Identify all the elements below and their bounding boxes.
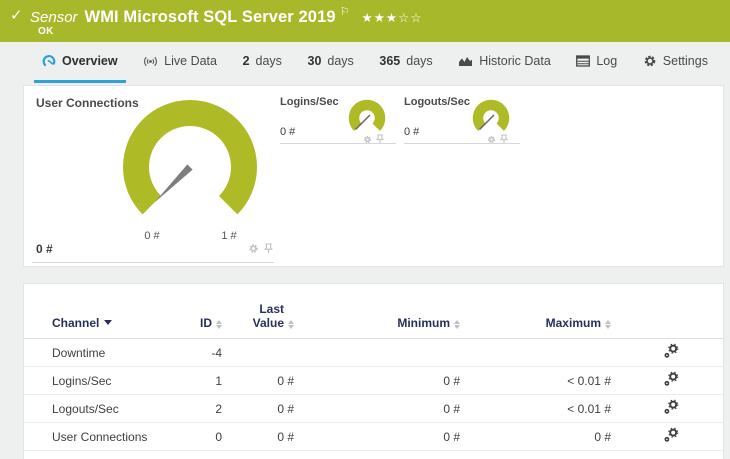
mini-gauge-title: Logins/Sec	[280, 96, 339, 108]
column-header-minimum[interactable]: Minimum	[294, 316, 460, 330]
tab-label: Live Data	[164, 54, 217, 68]
channel-table-panel: Channel ID Last Value Minimum Maximum Do…	[23, 283, 724, 459]
tab-bar: Overview Live Data 2 days 30 days 365 da…	[0, 42, 730, 85]
flag-icon[interactable]: ⚐	[340, 5, 350, 18]
gear-icon	[644, 55, 656, 67]
gauge-scale-min: 0 #	[144, 230, 160, 242]
channel-settings-icon[interactable]	[663, 399, 679, 415]
channel-row[interactable]: Logouts/Sec 2 0 # 0 # < 0.01 #	[24, 395, 723, 423]
tab-historic-data[interactable]: Historic Data	[450, 42, 559, 83]
channel-settings-icon[interactable]	[663, 371, 679, 387]
priority-stars[interactable]: ★★★☆☆	[362, 10, 423, 25]
channel-last-value: 0 #	[277, 429, 294, 444]
tab-label: Log	[596, 54, 618, 68]
sensor-title: WMI Microsoft SQL Server 2019	[84, 8, 336, 26]
channel-last-value: 0 #	[277, 373, 294, 388]
channel-name: User Connections	[52, 429, 148, 444]
live-data-icon	[144, 56, 158, 66]
column-header-id[interactable]: ID	[186, 316, 222, 330]
channel-name: Downtime	[52, 345, 106, 360]
tab-number: 2	[242, 54, 250, 68]
tab-label: days	[327, 54, 354, 68]
channel-maximum: < 0.01 #	[567, 373, 611, 388]
gauges-panel: User Connections 0 # 1 # 0 # Logins/Sec …	[23, 85, 724, 267]
ok-check-icon: ✓	[10, 6, 23, 24]
gauge-icon	[42, 55, 56, 67]
gauge-scale-max: 1 #	[221, 230, 237, 242]
column-header-last-value[interactable]: Last Value	[222, 302, 294, 330]
tab-label: Settings	[662, 54, 708, 68]
table-header-row: Channel ID Last Value Minimum Maximum	[24, 284, 723, 339]
table-body: Downtime -4 Logins/Sec 1 0 # 0 # < 0.01 …	[24, 339, 723, 451]
channel-minimum: 0 #	[443, 373, 460, 388]
histogram-icon	[459, 57, 473, 66]
user-connections-gauge	[123, 100, 257, 215]
status-badge: OK	[38, 26, 54, 37]
channel-row[interactable]: Downtime -4	[24, 339, 723, 367]
sensor-status-banner: ✓ Sensor WMI Microsoft SQL Server 2019 ⚐ ★★…	[0, 0, 730, 42]
mini-gauge-value: 0 #	[280, 126, 296, 138]
sort-desc-icon	[104, 320, 113, 325]
tab-label: Historic Data	[479, 54, 551, 68]
channel-minimum: 0 #	[443, 401, 460, 416]
tab-settings[interactable]: Settings	[635, 42, 716, 83]
channel-minimum: 0 #	[443, 429, 460, 444]
tab-number: 365	[379, 54, 401, 68]
tab-2-days[interactable]: 2 days	[235, 42, 290, 83]
tab-30-days[interactable]: 30 days	[300, 42, 362, 83]
channel-id: 1	[215, 373, 222, 388]
column-header-channel[interactable]: Channel	[52, 316, 186, 330]
object-kind-label: Sensor	[30, 9, 78, 26]
tab-365-days[interactable]: 365 days	[371, 42, 440, 83]
tab-log[interactable]: Log	[568, 42, 625, 83]
tab-live-data[interactable]: Live Data	[135, 42, 225, 83]
channel-settings-icon[interactable]	[663, 343, 679, 359]
gauge-divider	[280, 143, 396, 144]
channel-id: 2	[215, 401, 222, 416]
log-icon	[576, 55, 591, 67]
gauge-divider	[32, 262, 274, 263]
channel-maximum: < 0.01 #	[567, 401, 611, 416]
mini-gauge-logouts: Logouts/Sec 0 #	[404, 86, 520, 148]
channel-row[interactable]: Logins/Sec 1 0 # 0 # < 0.01 #	[24, 367, 723, 395]
mini-gauge-title: Logouts/Sec	[404, 96, 471, 108]
mini-gauge-value: 0 #	[404, 126, 420, 138]
channel-id: 0	[215, 429, 222, 444]
channel-row[interactable]: User Connections 0 0 # 0 # 0 #	[24, 423, 723, 451]
channel-id: -4	[211, 345, 222, 360]
channel-name: Logouts/Sec	[52, 401, 119, 416]
channel-name: Logins/Sec	[52, 373, 112, 388]
tab-overview[interactable]: Overview	[34, 42, 126, 83]
stars-empty[interactable]: ☆☆	[398, 10, 422, 25]
gauge-gear-icon[interactable]	[248, 243, 259, 254]
tab-label: days	[406, 54, 433, 68]
channel-last-value: 0 #	[277, 401, 294, 416]
tab-label: days	[255, 54, 282, 68]
sort-icon	[605, 319, 611, 329]
channel-maximum: 0 #	[594, 429, 611, 444]
tab-label: Overview	[62, 54, 118, 68]
column-header-maximum[interactable]: Maximum	[460, 316, 611, 330]
main-gauge-value: 0 #	[36, 242, 53, 256]
channel-settings-icon[interactable]	[663, 427, 679, 443]
gauge-divider	[404, 143, 520, 144]
stars-filled[interactable]: ★★★	[362, 10, 399, 25]
mini-gauge-logins: Logins/Sec 0 #	[280, 86, 396, 148]
tab-number: 30	[307, 54, 322, 68]
gauge-pin-icon[interactable]	[264, 243, 273, 254]
